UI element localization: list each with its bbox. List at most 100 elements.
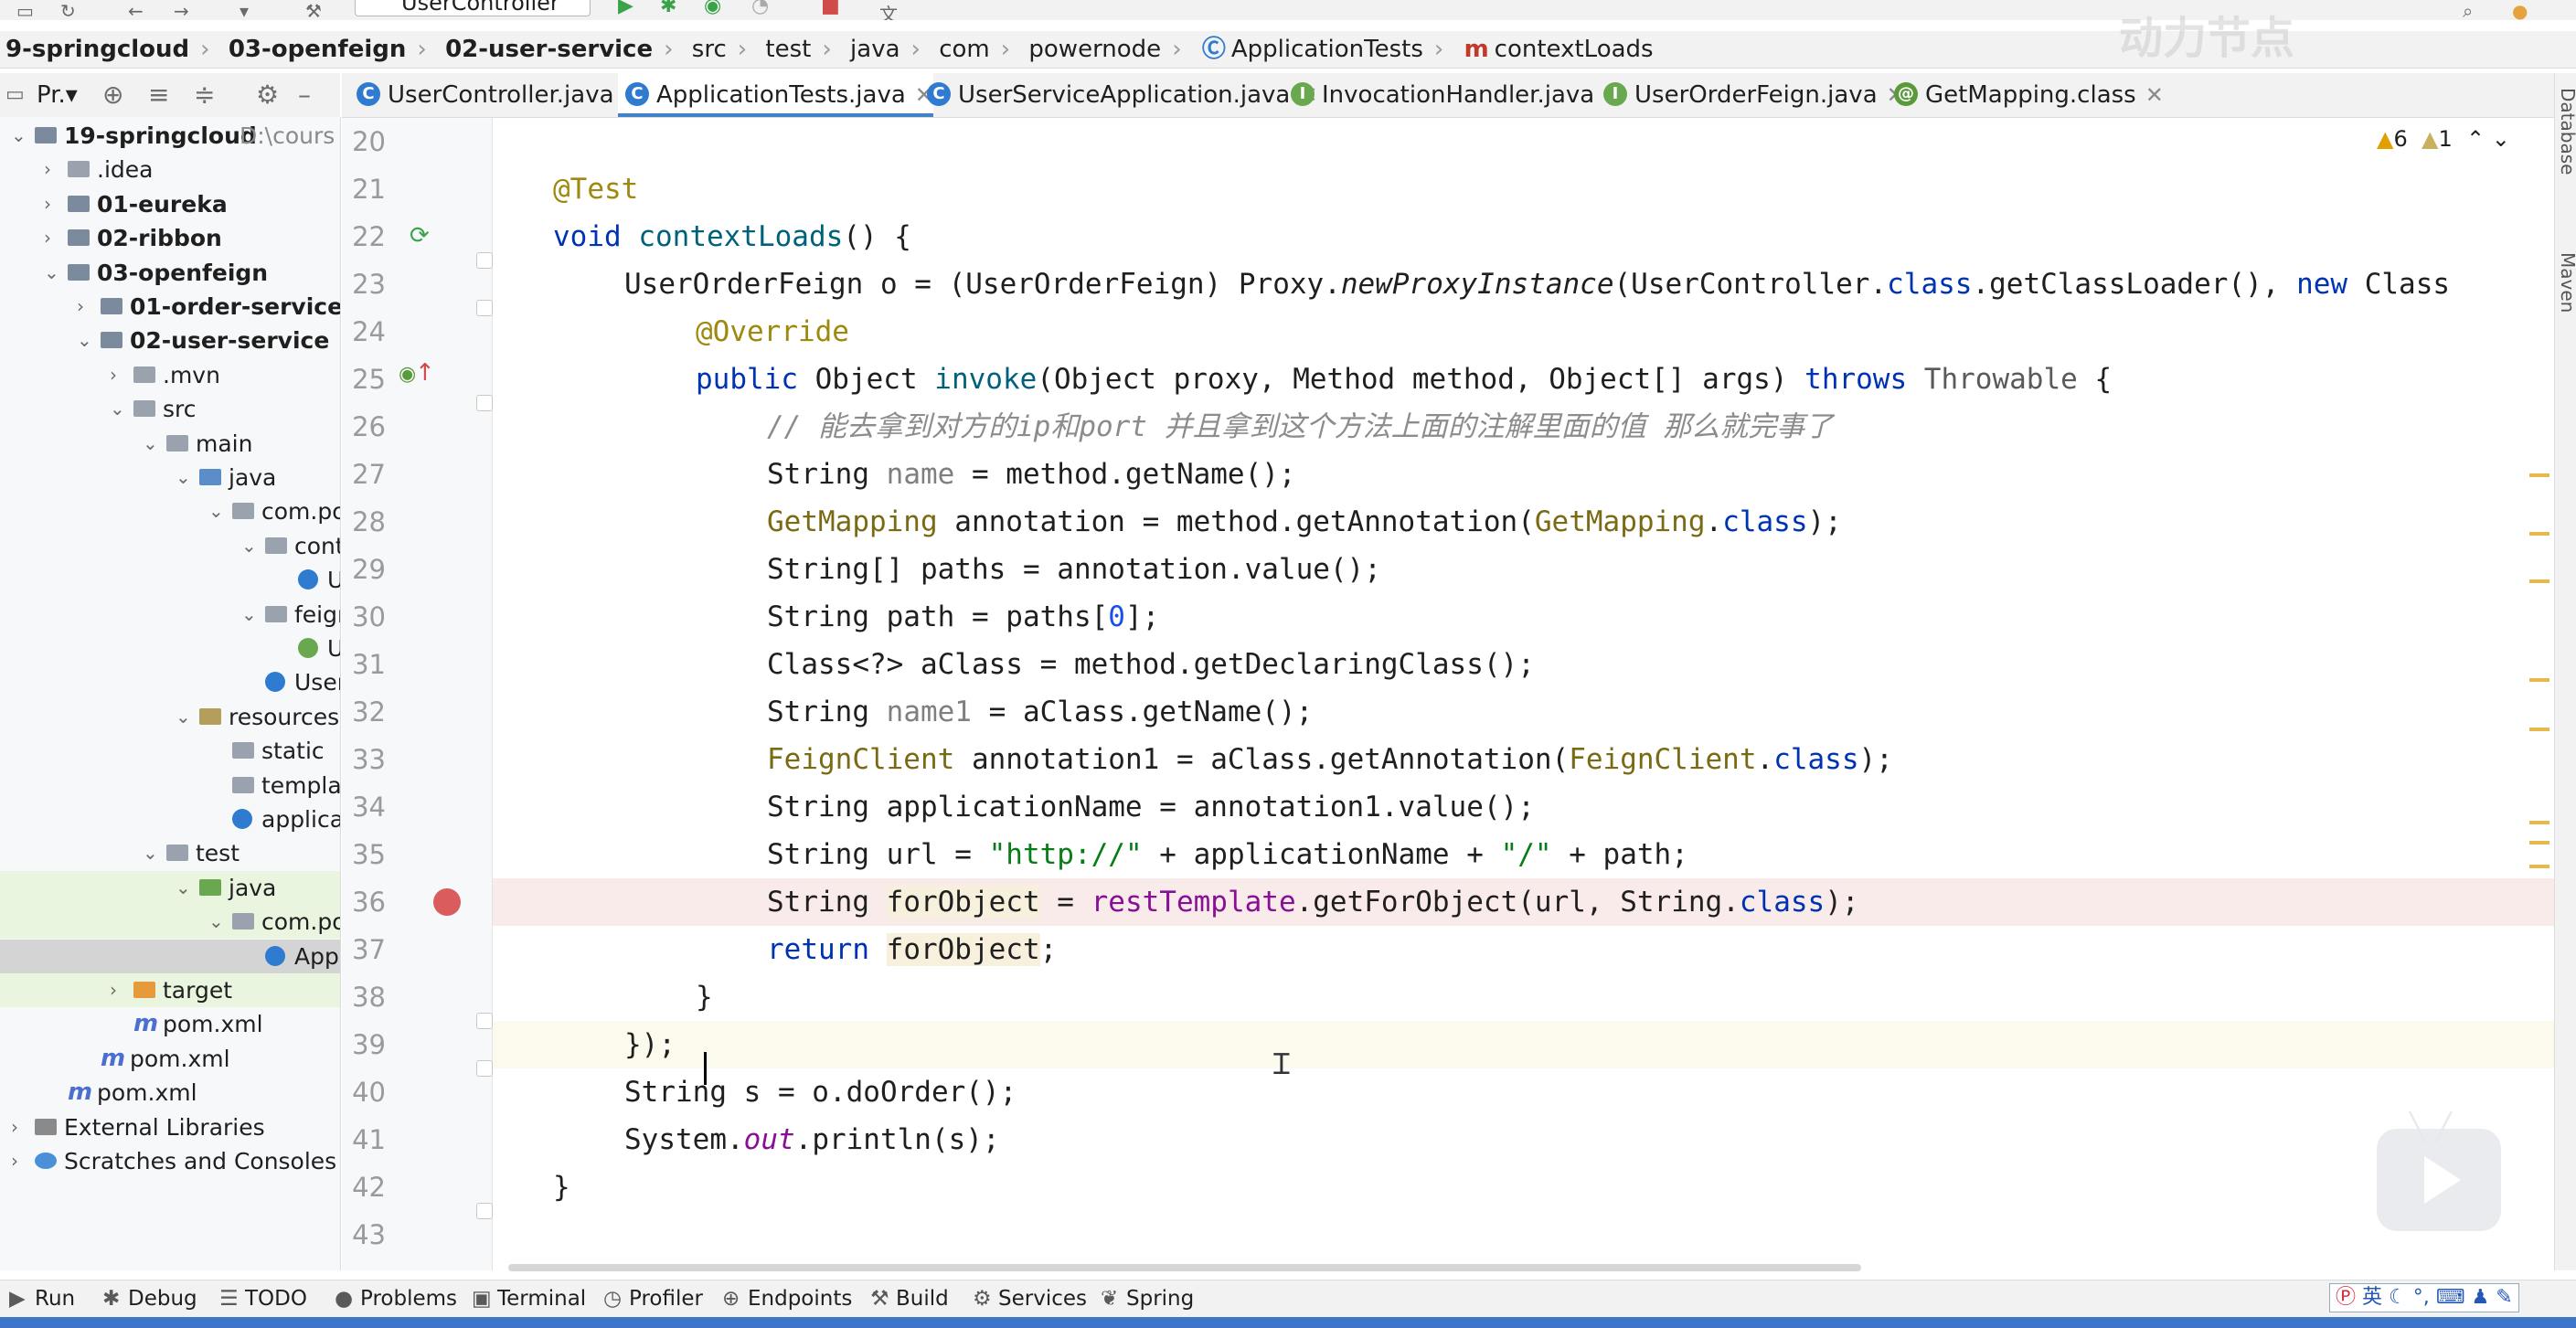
tree-item[interactable]: ⌄ 19-springcloud D:\cours xyxy=(0,119,340,153)
run-icon[interactable]: ▶ xyxy=(618,0,633,17)
forward-icon[interactable]: → xyxy=(174,0,189,20)
tree-item[interactable]: ⌄ com.pov xyxy=(0,905,340,940)
breadcrumb-item[interactable]: java xyxy=(845,31,905,68)
chevron-down-icon[interactable]: ⌄ xyxy=(2492,126,2510,152)
tree-item[interactable]: ⌄ main xyxy=(0,427,340,461)
chevron-down-icon[interactable]: ⌄ xyxy=(176,700,194,734)
breadcrumb-item[interactable]: contextLoads xyxy=(1489,31,1659,68)
back-icon[interactable]: ← xyxy=(128,0,144,20)
fold-icon[interactable] xyxy=(476,1060,493,1077)
ime-language[interactable]: 英 xyxy=(2362,1286,2382,1309)
sync-icon[interactable]: ↻ xyxy=(60,0,76,20)
tab-user-controller[interactable]: C UserController.java✕ xyxy=(349,73,642,117)
locate-icon[interactable]: ⊕ xyxy=(102,73,123,117)
chevron-right-icon[interactable]: › xyxy=(44,221,62,255)
breadcrumb-item[interactable]: powernode xyxy=(1023,31,1166,68)
tree-item[interactable]: › 02-ribbon xyxy=(0,221,340,255)
chevron-down-icon[interactable]: ⌄ xyxy=(143,427,161,461)
build-icon[interactable]: ⚒ xyxy=(305,0,322,20)
tab-get-mapping[interactable]: @ GetMapping.class ✕ xyxy=(1887,73,2164,117)
stripe-marker[interactable] xyxy=(2529,865,2549,868)
chevron-right-icon[interactable]: › xyxy=(77,290,95,324)
tree-item[interactable]: ⌄ feign xyxy=(0,598,340,632)
chevron-down-icon[interactable]: ⌄ xyxy=(77,324,95,357)
debug-tool-button[interactable]: ✱ Debug xyxy=(99,1280,197,1317)
breadcrumb-item[interactable]: 02-user-service xyxy=(440,31,658,68)
tree-item[interactable]: › target xyxy=(0,973,340,1007)
chevron-down-icon[interactable]: ⌄ xyxy=(110,392,128,426)
search-icon[interactable]: ⌕ xyxy=(2463,0,2473,20)
tab-invocation-handler[interactable]: I InvocationHandler.java✕ xyxy=(1283,73,1622,117)
expand-all-icon[interactable]: ≡ xyxy=(148,73,169,117)
chevron-down-icon[interactable]: ⌄ xyxy=(176,871,194,905)
project-view-select[interactable]: Pr.▾ xyxy=(37,73,78,117)
run-test-icon[interactable]: ⟳ xyxy=(410,222,430,250)
fold-icon[interactable] xyxy=(476,1013,493,1029)
fold-icon[interactable] xyxy=(476,252,493,269)
save-icon[interactable]: ▭ xyxy=(16,0,34,20)
tab-user-service-application[interactable]: C UserServiceApplication.java✕ xyxy=(920,73,1317,117)
moon-icon[interactable]: ☾ xyxy=(2389,1286,2407,1309)
tree-item[interactable]: UserS xyxy=(0,665,340,699)
terminal-tool-button[interactable]: ▣ Terminal xyxy=(468,1280,586,1317)
todo-tool-button[interactable]: ☰ TODO xyxy=(216,1280,307,1317)
stripe-marker[interactable] xyxy=(2529,532,2549,536)
chevron-down-icon[interactable]: ⌄ xyxy=(176,461,194,494)
tree-item[interactable]: applicat xyxy=(0,802,340,836)
chevron-down-icon[interactable]: ⌄ xyxy=(208,494,227,528)
settings-icon[interactable]: ✎ xyxy=(2496,1286,2512,1309)
tree-item[interactable]: › Scratches and Consoles xyxy=(0,1144,340,1178)
hide-icon[interactable]: – xyxy=(298,73,311,117)
stripe-marker[interactable] xyxy=(2529,678,2549,682)
update-icon[interactable]: ● xyxy=(2512,0,2528,20)
video-play-button[interactable]: ╲ ╱ xyxy=(2377,1112,2501,1231)
chevron-down-icon[interactable]: ⌄ xyxy=(44,256,62,290)
build-tool-button[interactable]: ⚒ Build xyxy=(867,1280,949,1317)
ime-toolbar[interactable]: Ⓟ 英 ☾ °, ⌨ ♟ ✎ xyxy=(2329,1283,2519,1312)
breadcrumb-item[interactable]: 03-openfeign xyxy=(223,31,412,68)
tab-application-tests[interactable]: C ApplicationTests.java ✕ xyxy=(618,73,933,117)
horizontal-scrollbar[interactable] xyxy=(508,1264,1861,1271)
stop-icon[interactable]: ■ xyxy=(821,0,840,17)
breadcrumb-item[interactable]: com xyxy=(933,31,995,68)
fold-icon[interactable] xyxy=(476,1203,493,1219)
stripe-marker[interactable] xyxy=(2529,728,2549,731)
chevron-down-icon[interactable]: ⌄ xyxy=(241,529,260,563)
run-configuration-select[interactable]: UserController xyxy=(355,0,591,16)
tree-item[interactable]: ⌄ 02-user-service xyxy=(0,324,340,357)
tree-item[interactable]: › External Libraries xyxy=(0,1110,340,1144)
translate-icon[interactable]: 文 xyxy=(879,0,898,20)
inspection-widget[interactable]: ▲6 ▲1 ⌃ ⌄ xyxy=(2377,126,2510,152)
breadcrumb-item[interactable]: ApplicationTests xyxy=(1226,31,1429,68)
chevron-right-icon[interactable]: › xyxy=(11,1144,29,1178)
user-icon[interactable]: ♟ xyxy=(2472,1286,2490,1309)
debug-icon[interactable]: ✱ xyxy=(660,0,676,17)
tab-user-order-feign[interactable]: I UserOrderFeign.java✕ xyxy=(1596,73,1905,117)
tree-item[interactable]: static xyxy=(0,734,340,768)
tree-item[interactable]: ⌄ test xyxy=(0,836,340,870)
keyboard-icon[interactable]: ⌨ xyxy=(2436,1286,2465,1309)
gear-icon[interactable]: ⚙ xyxy=(256,73,279,117)
tree-item[interactable]: Us xyxy=(0,563,340,597)
endpoints-tool-button[interactable]: ⊕ Endpoints xyxy=(719,1280,852,1317)
chevron-right-icon[interactable]: › xyxy=(110,358,128,392)
tree-item[interactable]: m pom.xml xyxy=(0,1007,340,1041)
punctuation-icon[interactable]: °, xyxy=(2413,1286,2430,1309)
tree-item[interactable]: › 01-eureka xyxy=(0,187,340,221)
chevron-down-icon[interactable]: ⌄ xyxy=(143,836,161,870)
chevron-right-icon[interactable]: › xyxy=(110,973,128,1007)
stripe-marker[interactable] xyxy=(2529,473,2549,477)
database-tool-button[interactable]: Database xyxy=(2557,88,2576,175)
spring-tool-button[interactable]: ❦ Spring xyxy=(1097,1280,1194,1317)
tree-item[interactable]: templat xyxy=(0,769,340,802)
vcs-icon[interactable]: ▾ xyxy=(240,0,249,20)
fold-icon[interactable] xyxy=(476,300,493,316)
problems-tool-button[interactable]: ● Problems xyxy=(331,1280,457,1317)
implements-icon[interactable]: ◉ xyxy=(399,363,416,386)
chevron-right-icon[interactable]: › xyxy=(11,1110,29,1144)
code-editor[interactable]: 20 21 22 23 24 25 26 27 28 29 30 31 32 33 34 35 36 37 38 39… xyxy=(342,118,2554,1270)
tree-item[interactable]: › .idea xyxy=(0,153,340,186)
tree-item[interactable]: ⌄ contr xyxy=(0,529,340,563)
tree-item[interactable]: ⌄ resources xyxy=(0,700,340,734)
tree-item[interactable]: m pom.xml xyxy=(0,1042,340,1076)
